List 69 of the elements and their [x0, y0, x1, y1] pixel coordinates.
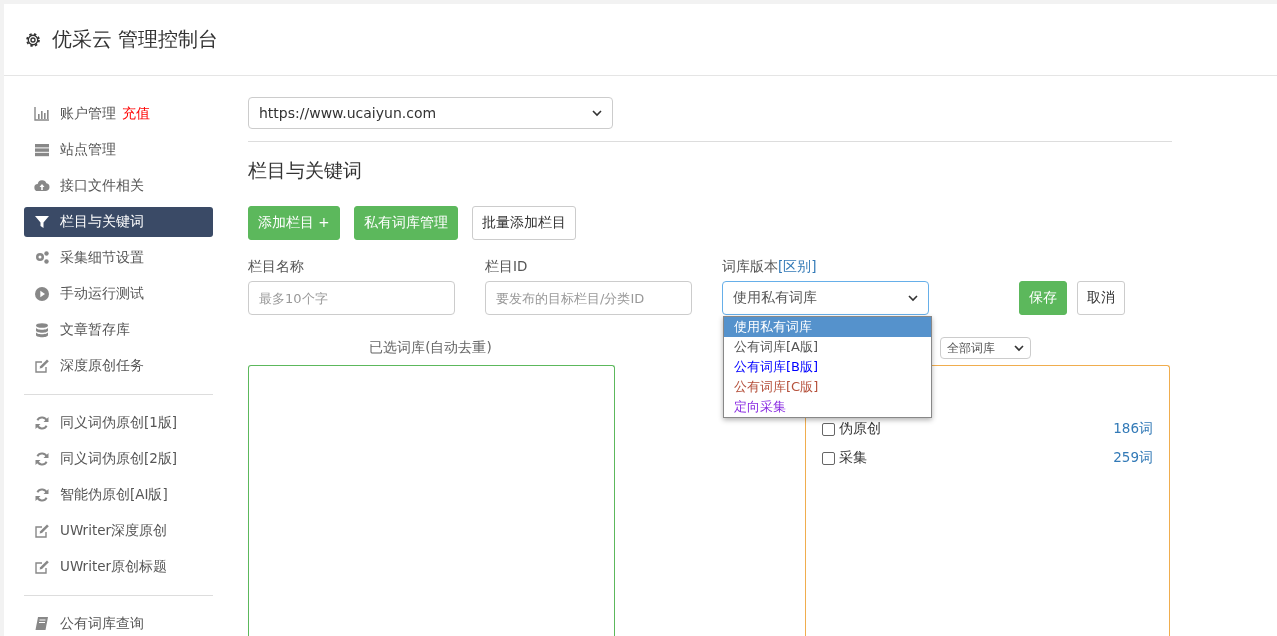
sidebar-label: 账户管理	[60, 105, 116, 123]
field-label: 词库版本[区别]	[722, 258, 818, 276]
sidebar-label: 接口文件相关	[60, 177, 144, 195]
edit-icon	[34, 358, 50, 374]
settings-icon	[24, 30, 42, 49]
sidebar-item[interactable]: 栏目与关键词	[24, 207, 213, 237]
filter-icon	[34, 214, 50, 230]
sidebar-item[interactable]: 接口文件相关	[24, 171, 213, 201]
word-count: 259词	[1113, 449, 1153, 467]
caret-icon	[1014, 344, 1024, 352]
refresh-icon	[34, 415, 50, 431]
library-checkbox[interactable]: 伪原创	[822, 420, 881, 438]
action-button[interactable]: 批量添加栏目	[471, 206, 576, 240]
gears-icon	[34, 250, 50, 266]
sidebar-label: 同义词伪原创[2版]	[60, 450, 178, 468]
library-checkbox[interactable]: 采集	[822, 449, 867, 467]
field-label: 栏目ID	[485, 258, 529, 276]
sidebar-item[interactable]: 采集细节设置	[24, 243, 213, 273]
edit-icon	[34, 559, 50, 575]
sidebar-item[interactable]: 公有词库查询	[24, 609, 213, 636]
sidebar-item[interactable]: 智能伪原创[AI版]	[24, 480, 213, 510]
sidebar-item[interactable]: 同义词伪原创[1版]	[24, 408, 213, 438]
sidebar-label: 同义词伪原创[1版]	[60, 414, 178, 432]
library-filter-select[interactable]: 全部词库	[940, 337, 1031, 359]
sidebar-item[interactable]: UWriter原创标题	[24, 552, 213, 582]
sidebar-label: UWriter原创标题	[60, 558, 168, 576]
name-input[interactable]: 最多10个字	[248, 281, 455, 315]
version-select[interactable]: 使用私有词库	[722, 281, 929, 315]
recharge-link[interactable]: 充值	[122, 105, 150, 123]
dropdown-option[interactable]: 公有词库[C版]	[724, 377, 931, 397]
sidebar-item[interactable]: 深度原创任务	[24, 351, 213, 381]
caret-icon	[908, 294, 918, 302]
sidebar-label: 站点管理	[60, 141, 116, 159]
sidebar-item[interactable]: UWriter深度原创	[24, 516, 213, 546]
app-title: 优采云 管理控制台	[52, 26, 219, 53]
sidebar-item[interactable]: 同义词伪原创[2版]	[24, 444, 213, 474]
bar-chart-icon	[34, 106, 50, 122]
dropdown-option[interactable]: 公有词库[A版]	[724, 337, 931, 357]
refresh-icon	[34, 487, 50, 503]
sidebar-label: 采集细节设置	[60, 249, 144, 267]
play-icon	[34, 286, 50, 302]
dropdown-option[interactable]: 公有词库[B版]	[724, 357, 931, 377]
sidebar-label: 深度原创任务	[60, 357, 144, 375]
database-icon	[34, 322, 50, 338]
sidebar-label: 公有词库查询	[60, 615, 144, 633]
sidebar-item[interactable]: 手动运行测试	[24, 279, 213, 309]
edit-icon	[34, 523, 50, 539]
sidebar-label: 文章暂存库	[60, 321, 130, 339]
book-icon	[34, 616, 50, 632]
sidebar-label: 栏目与关键词	[60, 213, 144, 231]
id-input[interactable]: 要发布的目标栏目/分类ID	[485, 281, 692, 315]
refresh-icon	[34, 451, 50, 467]
sidebar-label: 智能伪原创[AI版]	[60, 486, 168, 504]
word-count: 186词	[1113, 420, 1153, 438]
cancel-button[interactable]: 取消	[1077, 281, 1125, 315]
sidebar-item[interactable]: 站点管理	[24, 135, 213, 165]
sidebar-label: UWriter深度原创	[60, 522, 168, 540]
site-select[interactable]: https://www.ucaiyun.com	[248, 97, 613, 129]
difference-link[interactable]: [区别]	[778, 258, 817, 274]
caret-icon	[592, 109, 602, 117]
cloud-upload-icon	[34, 178, 50, 194]
server-icon	[34, 142, 50, 158]
sidebar-item[interactable]: 账户管理 充值	[24, 99, 213, 129]
dropdown-option[interactable]: 定向采集	[724, 397, 931, 417]
field-label: 栏目名称	[248, 258, 305, 276]
section-title: 栏目与关键词	[248, 158, 363, 183]
sidebar-label: 手动运行测试	[60, 285, 144, 303]
selected-libraries-title: 已选词库(自动去重)	[368, 339, 493, 357]
sidebar-item[interactable]: 文章暂存库	[24, 315, 213, 345]
